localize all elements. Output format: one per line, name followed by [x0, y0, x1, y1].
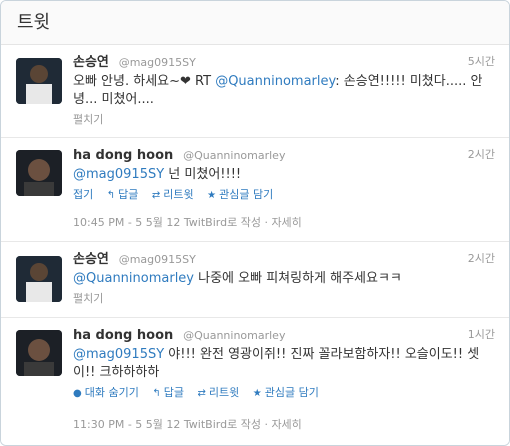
tweet-time[interactable]: 2시간	[468, 250, 495, 268]
tweet-item[interactable]: ha dong hoon @Quanninomarley 1시간 @mag091…	[1, 318, 509, 445]
tweet-datetime[interactable]: 10:45 PM - 5 5월 12	[73, 216, 180, 229]
tweet-author-handle[interactable]: @Quanninomarley	[183, 329, 285, 342]
favorite-label: 관심글 담기	[264, 386, 319, 399]
collapse-label: 접기	[73, 188, 94, 201]
avatar-image-icon	[16, 256, 62, 302]
tweet-time[interactable]: 5시간	[468, 53, 495, 71]
mention-link[interactable]: @mag0915SY	[73, 167, 164, 182]
avatar[interactable]	[16, 256, 62, 302]
page-title: 트윗	[17, 12, 51, 33]
retweet-label: 리트윗	[208, 386, 240, 399]
favorite-label: 관심글 담기	[219, 188, 274, 201]
conversation-label: 대화 숨기기	[84, 386, 139, 399]
tweet-time[interactable]: 1시간	[468, 326, 495, 344]
avatar-image-icon	[16, 150, 62, 196]
collapse-button[interactable]: 접기	[73, 188, 93, 201]
tweet-author-name[interactable]: 손승연	[73, 252, 109, 267]
avatar-image-icon	[16, 330, 62, 376]
tweet-item[interactable]: 손승연 @mag0915SY 5시간 오빠 안녕. 하세요~❤ RT @Quan…	[1, 45, 509, 138]
tweet-author-name[interactable]: 손승연	[73, 55, 109, 70]
client-link[interactable]: TwitBird	[184, 216, 227, 229]
mention-link[interactable]: @Quanninomarley	[73, 271, 194, 286]
retweet-icon: ⇄	[197, 388, 206, 399]
tweet-text: @mag0915SY 넌 미쳤어!!!!	[73, 166, 495, 184]
tweet-author-name[interactable]: ha dong hoon	[73, 328, 173, 343]
tweet-author-handle[interactable]: @mag0915SY	[119, 253, 196, 266]
tweet-item[interactable]: ha dong hoon @Quanninomarley 2시간 @mag091…	[1, 138, 509, 242]
star-icon: ★	[207, 190, 217, 201]
reply-label: 답글	[118, 188, 139, 201]
tweet-item[interactable]: 손승연 @mag0915SY 2시간 @Quanninomarley 나중에 오…	[1, 242, 509, 318]
expand-link[interactable]: 펼치기	[73, 111, 495, 127]
tweet-datetime[interactable]: 11:30 PM - 5 5월 12	[73, 418, 180, 431]
separator: ·	[264, 216, 268, 229]
hide-conversation-button[interactable]: ● 대화 숨기기	[73, 386, 139, 399]
tweet-meta: 10:45 PM - 5 5월 12 TwitBird로 작성 · 자세히	[73, 214, 302, 230]
retweet-button[interactable]: ⇄ 리트윗	[152, 188, 194, 201]
reply-arrow-icon: ↰	[106, 190, 116, 201]
favorite-button[interactable]: ★ 관심글 담기	[253, 386, 319, 399]
tweet-author-handle[interactable]: @Quanninomarley	[183, 149, 285, 162]
tweet-author-handle[interactable]: @mag0915SY	[119, 56, 196, 69]
avatar[interactable]	[16, 58, 62, 104]
panel-header: 트윗	[1, 1, 509, 45]
tweet-meta: 11:30 PM - 5 5월 12 TwitBird로 작성 · 자세히	[73, 416, 302, 432]
tweet-panel: 트윗 손승연 @mag0915SY 5시간 오빠 안녕. 하세요~❤ RT @Q…	[0, 0, 510, 446]
tweet-text: 오빠 안녕. 하세요~❤ RT @Quanninomarley: 손승연!!!!…	[73, 73, 495, 109]
favorite-button[interactable]: ★ 관심글 담기	[207, 188, 273, 201]
separator: ·	[264, 418, 268, 431]
avatar[interactable]	[16, 150, 62, 196]
via-suffix: 로 작성	[227, 216, 261, 229]
details-link[interactable]: 자세히	[271, 216, 301, 229]
client-link[interactable]: TwitBird	[184, 418, 227, 431]
tweet-actions: ● 대화 숨기기 ↰ 답글 ⇄ 리트윗 ★ 관심글 담기	[73, 385, 495, 402]
reply-label: 답글	[163, 386, 184, 399]
reply-arrow-icon: ↰	[152, 388, 161, 399]
tweet-text-part: 오빠 안녕. 하세요~❤ RT	[73, 74, 216, 89]
reply-button[interactable]: ↰ 답글	[152, 386, 184, 399]
expand-link[interactable]: 펼치기	[73, 290, 495, 306]
star-icon: ★	[252, 388, 262, 399]
mention-link[interactable]: @Quanninomarley	[215, 74, 335, 89]
tweet-text: @mag0915SY 야!!! 완전 영광이쥐!! 진짜 꼴라보함하자!! 오슬…	[73, 346, 495, 382]
avatar-image-icon	[16, 58, 62, 104]
tweet-actions: 접기 ↰ 답글 ⇄ 리트윗 ★ 관심글 담기	[73, 187, 495, 204]
speech-bubble-icon: ●	[73, 388, 82, 399]
retweet-icon: ⇄	[151, 190, 161, 201]
tweet-text-part: 나중에 오빠 피쳐링하게 해주세요ㅋㅋ	[194, 271, 402, 286]
retweet-label: 리트윗	[163, 188, 194, 201]
tweet-text: @Quanninomarley 나중에 오빠 피쳐링하게 해주세요ㅋㅋ	[73, 270, 495, 288]
tweet-author-name[interactable]: ha dong hoon	[73, 148, 173, 163]
via-suffix: 로 작성	[227, 418, 261, 431]
details-link[interactable]: 자세히	[271, 418, 301, 431]
mention-link[interactable]: @mag0915SY	[73, 347, 164, 362]
retweet-button[interactable]: ⇄ 리트윗	[197, 386, 239, 399]
tweet-time[interactable]: 2시간	[468, 146, 495, 164]
reply-button[interactable]: ↰ 답글	[107, 188, 139, 201]
avatar[interactable]	[16, 330, 62, 376]
tweet-text-part: 넌 미쳤어!!!!	[164, 167, 242, 182]
